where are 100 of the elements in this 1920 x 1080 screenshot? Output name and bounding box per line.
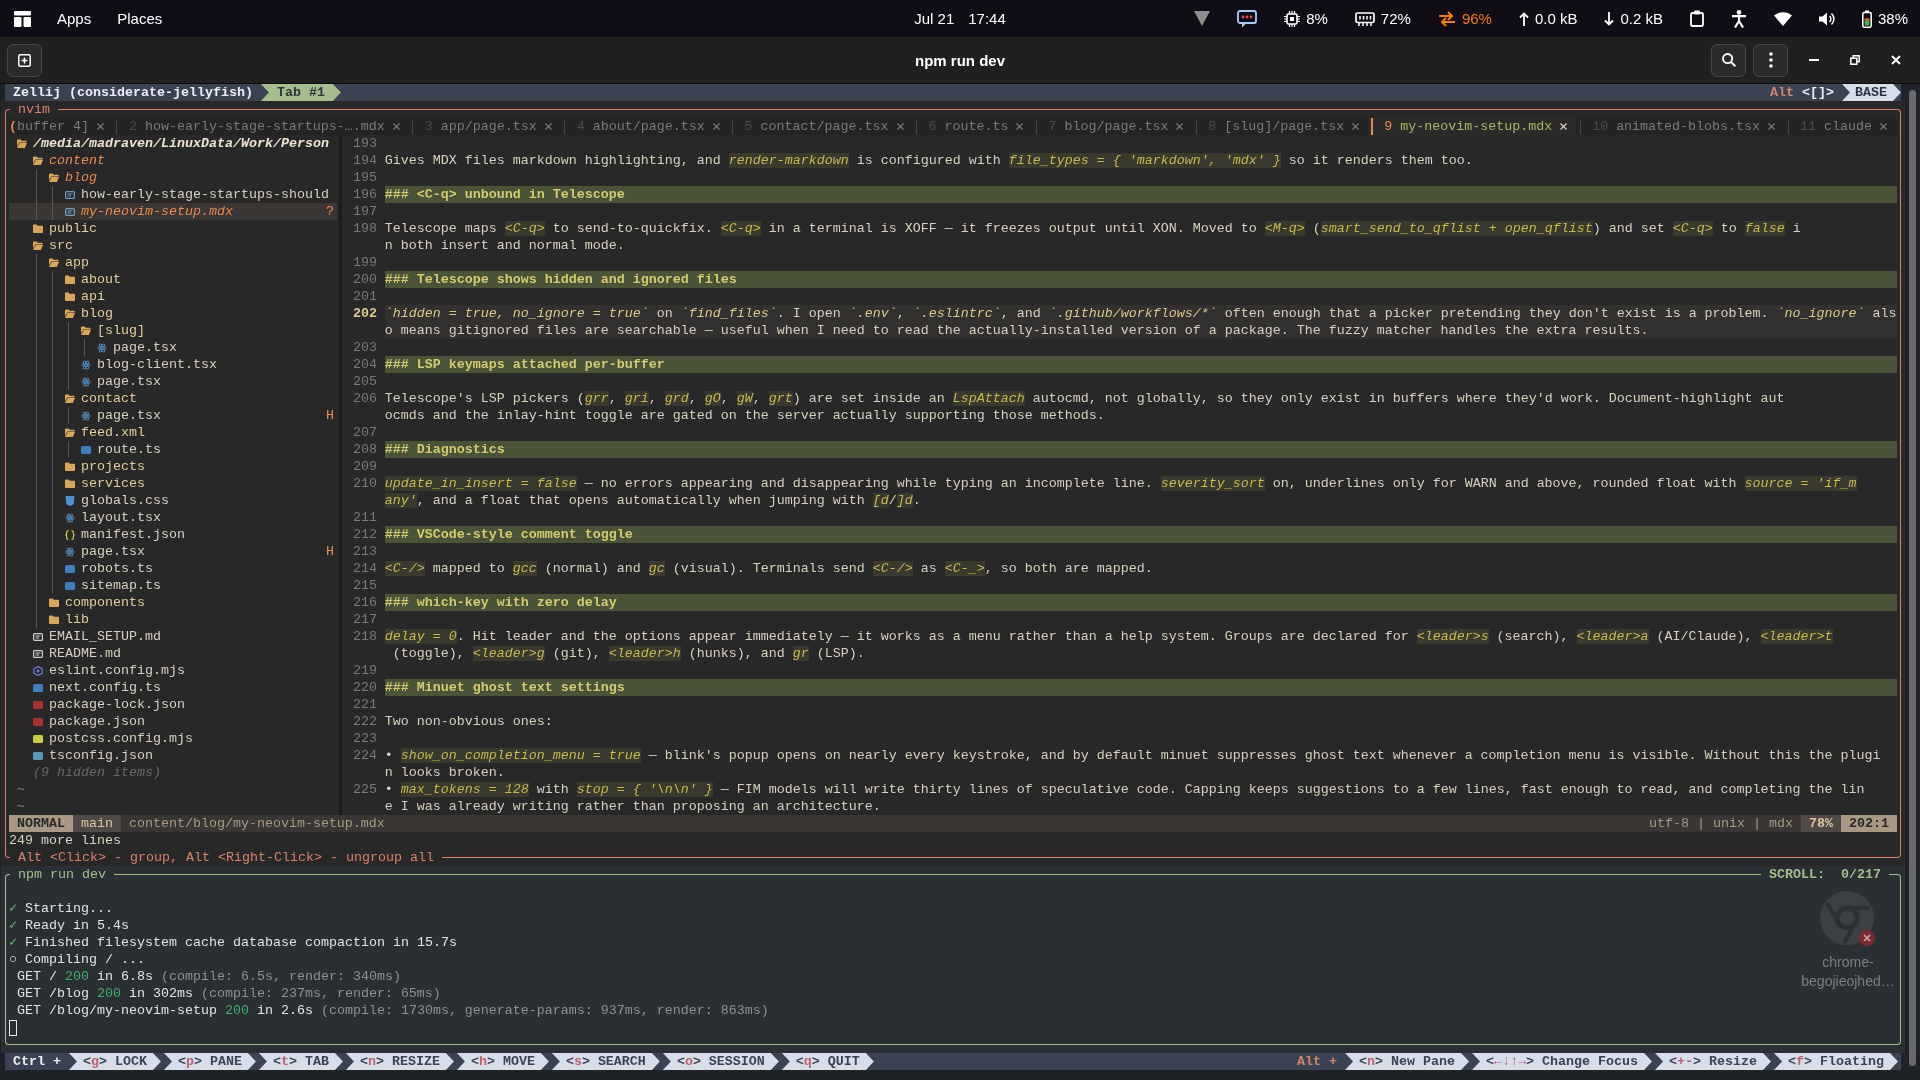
markdown-heading: ### LSP keymaps attached per-buffer [384,356,1897,373]
editor-line: <C-/> mapped to gcc (normal) and gc (visual). Terminals send <C-/> as <C-_>, so both are mapped. [384,560,1153,577]
tree-item[interactable]: app [9,254,337,271]
close-icon [1891,55,1901,65]
shortcut-hint: <p> PANE [163,1053,256,1070]
tree-item[interactable]: blog [9,169,337,186]
editor-line: Two non-obvious ones: [384,713,553,730]
tree-item[interactable]: package.json [9,713,337,730]
indicator-value: 0.2 kB [1620,10,1663,27]
tree-item[interactable]: my-neovim-setup.mdx ? [9,203,337,220]
tree-item[interactable]: how-early-stage-startups-should [9,186,337,203]
tree-item[interactable]: layout.tsx [9,509,337,526]
panel-menu[interactable]: Apps [57,10,92,27]
tree-item[interactable]: manifest.json [9,526,337,543]
accessibility-icon[interactable] [1730,9,1747,28]
terminal-line: GET /blog 200 in 302ms (compile: 237ms, render: 65ms) [17,985,441,1002]
buffer-tab[interactable]: 9 my-neovim-setup.mdx [1368,118,1577,135]
tree-item[interactable]: [slug] [9,322,337,339]
tree-item[interactable]: components [9,594,337,611]
menu-button[interactable] [1753,43,1788,77]
tree-item[interactable]: blog [9,305,337,322]
tree-item[interactable]: sitemap.ts [9,577,337,594]
tree-item[interactable]: contact [9,390,337,407]
tree-item[interactable]: projects [9,458,337,475]
tree-item[interactable]: lib [9,611,337,628]
cursor-position: 202:1 [1841,815,1897,832]
search-button[interactable] [1711,43,1746,77]
tree-item[interactable]: README.md [9,645,337,662]
battery-icon[interactable] [1861,9,1872,28]
mode-indicator: BASE [1842,84,1901,101]
tree-item[interactable]: about [9,271,337,288]
chat-bubble-icon[interactable] [1237,9,1258,28]
line-number: 208 [352,441,377,458]
swap-arrows-icon[interactable] [1437,10,1456,27]
tree-item[interactable]: page.tsx H [9,543,337,560]
tree-item[interactable]: page.tsx [9,339,337,356]
editor-line: Telescope maps <C-q> to send-to-quickfix. <C-q> in a terminal is XOFF — it freezes output until XON. Moved to <M-q> (smart_send_to_qflist + open_qflist) and set <C-q> to false i [384,220,1801,237]
tile-icon [32,734,43,743]
scrollbar[interactable] [1909,90,1916,1066]
buffer-tab[interactable]: buffer 4] [17,118,113,135]
command-line-message: 249 more lines [9,833,121,848]
tree-item[interactable]: tsconfig.json [9,747,337,764]
line-number: 222 [352,713,377,730]
volume-icon[interactable] [1818,11,1835,26]
atom-icon [96,342,107,353]
restore-icon [1850,55,1860,65]
tree-item[interactable]: page.tsx H [9,407,337,424]
clock-time[interactable]: 17:44 [968,10,1006,27]
editor-line: `hidden = true, no_ignore = true` on `find_files`. I open `.env`, `.eslintrc`, and `.github/workflows/*` often enough that a picker pretending they don't exist is a problem. `no_ignore` als [384,305,1897,322]
arrow-down-icon[interactable] [1604,11,1615,26]
mode-indicator: NORMAL [9,815,73,832]
tree-item[interactable]: package-lock.json [9,696,337,713]
chip-icon[interactable] [1284,10,1301,27]
tree-item[interactable]: postcss.config.mjs [9,730,337,747]
clipboard-icon[interactable] [1689,10,1704,27]
git-branch: main [72,815,121,832]
tree-item[interactable]: services [9,475,337,492]
arrow-up-icon[interactable] [1518,11,1529,26]
clock-date[interactable]: Jul 21 [914,10,955,27]
tree-item[interactable]: src [9,237,337,254]
markdown-heading: ### VSCode-style comment toggle [384,526,1897,543]
open-folder-icon [17,139,27,148]
tree-item[interactable]: content [9,152,337,169]
tree-item[interactable]: feed.xml [9,424,337,441]
terminal-tab[interactable]: Tab #1 [260,84,341,101]
shortcut-hint: <f> Floating [1774,1053,1898,1070]
plus-square-icon [18,53,31,67]
session-name: Zellij (considerate-jellyfish) [12,84,254,101]
new-tab-button[interactable] [7,43,42,77]
memory-stick-icon[interactable] [1354,11,1375,26]
tree-item[interactable]: blog-client.tsx [9,356,337,373]
editor-line: e I was already writing rather than proposing an architecture. [384,798,881,815]
mode-keys: <[]> [1802,84,1834,101]
line-number: 197 [352,203,377,220]
app-grid-icon[interactable] [14,10,31,27]
terminal-line: ✓ Ready in 5.4s [9,917,129,934]
tree-root[interactable]: /media/madraven/LinuxData/Work/Person [9,135,337,152]
tree-item[interactable]: page.tsx [9,373,337,390]
tree-item[interactable]: robots.ts [9,560,337,577]
tree-item[interactable]: globals.css [9,492,337,509]
tree-item[interactable]: route.ts [9,441,337,458]
git-status: ? [325,203,334,220]
shortcut-hint: <n> New Pane [1345,1053,1470,1070]
editor-line: o means gitignored files are searchable — useful when I need to read the actually-installed version of a package. The fuzzy matcher handles the extra results. [384,322,1649,339]
tree-item[interactable]: next.config.ts [9,679,337,696]
panel-menu[interactable]: Places [117,10,163,27]
tree-item[interactable]: public [9,220,337,237]
tree-item[interactable]: EMAIL_SETUP.md [9,628,337,645]
tree-item[interactable]: eslint.config.mjs [9,662,337,679]
tree-item[interactable]: api [9,288,337,305]
document-icon [32,632,43,641]
pane-hint: Alt <Click> - group, Alt <Right-Click> - ungroup all [17,849,435,866]
scroll-percent: 78% [1801,815,1842,832]
shortcut-hint: <q> QUIT [781,1053,874,1070]
wifi-icon[interactable] [1773,11,1792,26]
line-number: 218 [352,628,377,645]
triangle-icon[interactable] [1194,11,1211,26]
line-number: 199 [352,254,377,271]
atom-icon [64,512,75,523]
markdown-heading: ### Telescope shows hidden and ignored files [384,271,1897,288]
